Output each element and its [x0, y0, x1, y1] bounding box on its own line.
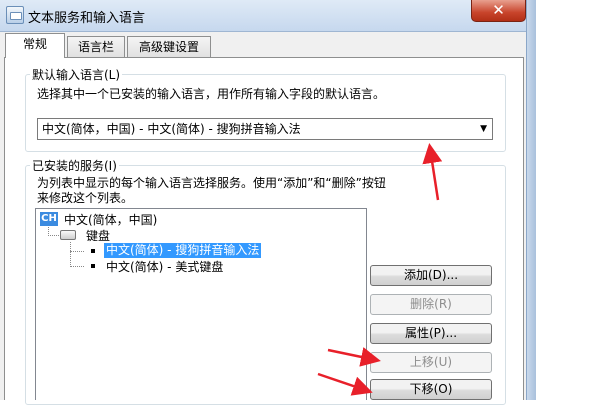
annotation-layer — [317, 143, 443, 396]
annotation-arrow — [422, 143, 443, 201]
annotation-arrow — [317, 372, 373, 396]
tab-general[interactable]: 常规 — [5, 33, 65, 58]
annotation-arrow — [327, 347, 381, 367]
